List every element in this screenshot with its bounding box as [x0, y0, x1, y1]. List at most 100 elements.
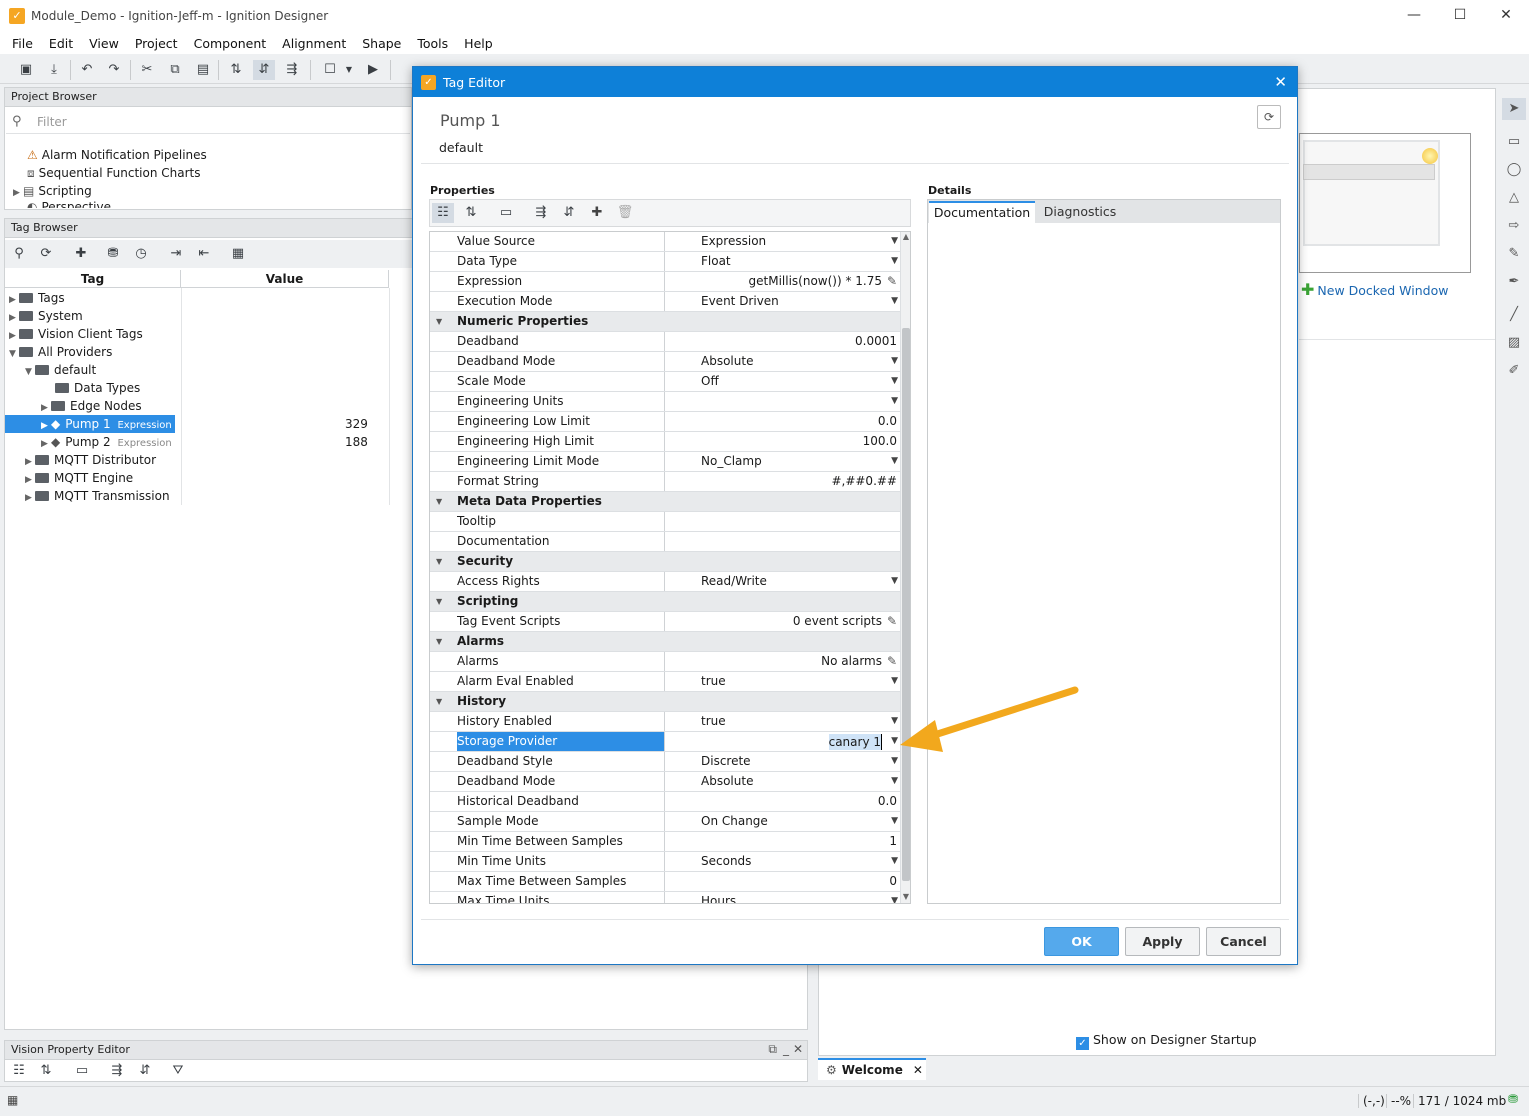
tab-documentation[interactable]: Documentation: [929, 201, 1035, 223]
expand-icon[interactable]: ⇶: [106, 1061, 128, 1081]
property-value[interactable]: 0.0001: [666, 332, 900, 351]
tree-item-default[interactable]: ▼ default: [25, 361, 96, 379]
property-value[interactable]: Hours ▼: [666, 892, 900, 903]
property-row-data-type[interactable]: Data Type Float ▼: [430, 252, 900, 272]
menu-shape[interactable]: Shape: [354, 36, 409, 51]
maximize-button[interactable]: ☐: [1437, 0, 1483, 32]
chevron-down-icon[interactable]: ▼: [891, 392, 898, 411]
property-row-engineering-high-limit[interactable]: Engineering High Limit 100.0: [430, 432, 900, 452]
property-value[interactable]: 0 event scripts ✎: [666, 612, 900, 631]
property-value[interactable]: [666, 532, 900, 551]
property-value[interactable]: Absolute ▼: [666, 772, 900, 791]
tree-item-sfc[interactable]: ⧈ Sequential Function Charts: [27, 164, 200, 182]
align-icon[interactable]: ⇵: [253, 60, 275, 80]
tree-item-edge-nodes[interactable]: ▶ Edge Nodes: [41, 397, 142, 415]
tree-item-data-types[interactable]: Data Types: [55, 379, 140, 397]
database-icon[interactable]: ⛃: [102, 244, 124, 264]
refresh-icon[interactable]: ⟳: [35, 244, 57, 264]
menu-component[interactable]: Component: [186, 36, 275, 51]
delete-icon[interactable]: 🗑: [614, 203, 636, 223]
tree-item-alarm-pipelines[interactable]: ⚠ Alarm Notification Pipelines: [27, 146, 207, 164]
menu-edit[interactable]: Edit: [41, 36, 81, 51]
category-scripting[interactable]: ▼ Scripting: [430, 592, 900, 612]
distribute-icon[interactable]: ⇶: [281, 60, 303, 80]
property-value[interactable]: On Change ▼: [666, 812, 900, 831]
pen-tool-icon[interactable]: ✒: [1502, 271, 1526, 293]
property-value[interactable]: 0.0: [666, 792, 900, 811]
property-value[interactable]: 0.0: [666, 412, 900, 431]
line-tool-icon[interactable]: ╱: [1502, 304, 1526, 326]
apply-button[interactable]: Apply: [1125, 927, 1200, 956]
edit-pencil-icon[interactable]: ✎: [887, 652, 897, 671]
arrow-tool-icon[interactable]: ⇨: [1502, 215, 1526, 237]
property-value[interactable]: Seconds ▼: [666, 852, 900, 871]
minimize-button[interactable]: —: [1391, 0, 1437, 32]
property-value[interactable]: Off ▼: [666, 372, 900, 391]
save-all-icon[interactable]: ⤓: [43, 60, 65, 80]
property-value[interactable]: No_Clamp ▼: [666, 452, 900, 471]
property-row-max-time-between-samples[interactable]: Max Time Between Samples 0: [430, 872, 900, 892]
chevron-down-icon[interactable]: ▼: [891, 292, 898, 311]
tree-item-pump-2[interactable]: ▶ ◆ Pump 2 Expression: [41, 433, 172, 451]
property-value[interactable]: #,##0.##: [666, 472, 900, 491]
ellipse-tool-icon[interactable]: ◯: [1502, 159, 1526, 181]
export-icon[interactable]: ⇤: [193, 244, 215, 264]
property-value[interactable]: No alarms ✎: [666, 652, 900, 671]
property-row-deadband-style[interactable]: Deadband Style Discrete ▼: [430, 752, 900, 772]
collapse-caret-icon[interactable]: ▼: [436, 492, 442, 511]
menu-tools[interactable]: Tools: [409, 36, 456, 51]
property-row-min-time-units[interactable]: Min Time Units Seconds ▼: [430, 852, 900, 872]
clock-icon[interactable]: ◷: [130, 244, 152, 264]
property-icon[interactable]: ▭: [495, 203, 517, 223]
grid-icon[interactable]: ▦: [7, 1093, 18, 1107]
collapse-caret-icon[interactable]: ▼: [436, 552, 442, 571]
property-value[interactable]: true ▼: [666, 712, 900, 731]
docked-window-preview[interactable]: [1299, 133, 1471, 273]
property-row-alarm-eval-enabled[interactable]: Alarm Eval Enabled true ▼: [430, 672, 900, 692]
menu-project[interactable]: Project: [127, 36, 186, 51]
tree-item-mqtt-distributor[interactable]: ▶ MQTT Distributor: [25, 451, 156, 469]
sort-alpha-icon[interactable]: ⇅: [35, 1061, 57, 1081]
ok-button[interactable]: OK: [1044, 927, 1119, 956]
property-row-max-time-units[interactable]: Max Time Units Hours ▼: [430, 892, 900, 903]
collapse-caret-icon[interactable]: ▼: [436, 592, 442, 611]
connection-status-icon[interactable]: ⛃: [1508, 1092, 1518, 1106]
tree-item-tags[interactable]: ▶ Tags: [9, 289, 65, 307]
refresh-icon[interactable]: ⟳: [1257, 105, 1281, 129]
property-row-tooltip[interactable]: Tooltip: [430, 512, 900, 532]
property-value[interactable]: Expression ▼: [666, 232, 900, 251]
chevron-down-icon[interactable]: ▼: [891, 812, 898, 831]
property-row-tag-event-scripts[interactable]: Tag Event Scripts 0 event scripts ✎: [430, 612, 900, 632]
property-row-deadband-mode[interactable]: Deadband Mode Absolute ▼: [430, 352, 900, 372]
category-history[interactable]: ▼ History: [430, 692, 900, 712]
categorized-view-icon[interactable]: ☷: [8, 1061, 30, 1081]
menu-file[interactable]: File: [4, 36, 41, 51]
property-row-execution-mode[interactable]: Execution Mode Event Driven ▼: [430, 292, 900, 312]
search-icon[interactable]: ⚲: [8, 244, 30, 264]
minimize-panel-icon[interactable]: _: [783, 1042, 789, 1056]
chevron-down-icon[interactable]: ▼: [891, 232, 898, 251]
property-row-storage-provider[interactable]: Storage Provider canary 1 ▼: [430, 732, 900, 752]
pencil-tool-icon[interactable]: ✎: [1502, 243, 1526, 265]
menu-alignment[interactable]: Alignment: [274, 36, 354, 51]
chevron-down-icon[interactable]: ▼: [891, 772, 898, 791]
property-row-sample-mode[interactable]: Sample Mode On Change ▼: [430, 812, 900, 832]
property-value[interactable]: 0: [666, 872, 900, 891]
property-row-min-time-between-samples[interactable]: Min Time Between Samples 1: [430, 832, 900, 852]
tab-diagnostics[interactable]: Diagnostics: [1036, 201, 1124, 223]
collapse-caret-icon[interactable]: ▼: [436, 312, 442, 331]
property-value[interactable]: Event Driven ▼: [666, 292, 900, 311]
close-window-button[interactable]: ✕: [1483, 0, 1529, 32]
rectangle-tool-icon[interactable]: ▭: [1502, 131, 1526, 153]
property-row-scale-mode[interactable]: Scale Mode Off ▼: [430, 372, 900, 392]
tree-item-mqtt-transmission[interactable]: ▶ MQTT Transmission: [25, 487, 170, 505]
property-value[interactable]: Absolute ▼: [666, 352, 900, 371]
restore-panel-icon[interactable]: ⧉: [768, 1042, 777, 1057]
chevron-down-icon[interactable]: ▼: [891, 852, 898, 871]
property-row-engineering-low-limit[interactable]: Engineering Low Limit 0.0: [430, 412, 900, 432]
tree-item-mqtt-engine[interactable]: ▶ MQTT Engine: [25, 469, 133, 487]
property-row-expression[interactable]: Expression getMillis(now()) * 1.75 ✎: [430, 272, 900, 292]
cut-icon[interactable]: ✂: [136, 60, 158, 80]
property-scrollbar[interactable]: ▲ ▼: [900, 232, 910, 903]
tree-item-vision-client-tags[interactable]: ▶ Vision Client Tags: [9, 325, 143, 343]
